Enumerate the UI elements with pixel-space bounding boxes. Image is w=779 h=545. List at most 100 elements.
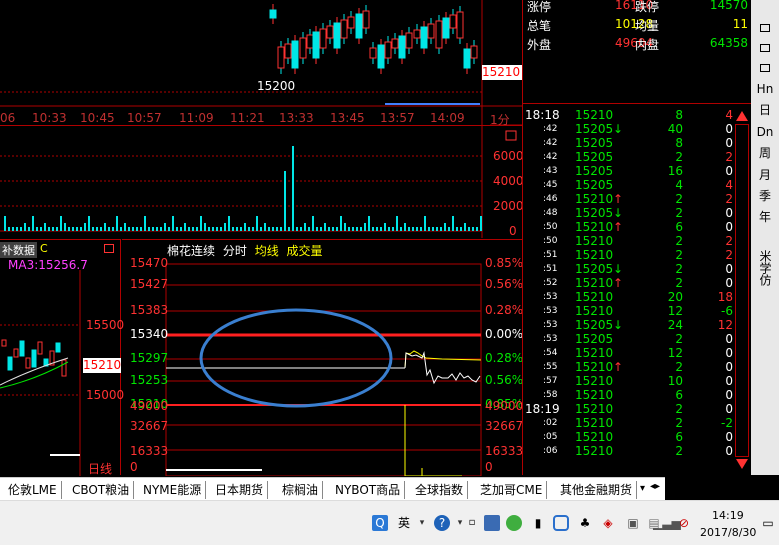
volume-bar	[152, 227, 154, 231]
search-icon[interactable]: Q	[372, 515, 388, 531]
app-icon[interactable]: ▣	[625, 515, 641, 531]
shield-icon[interactable]	[553, 515, 569, 531]
tabs-scroll-icon[interactable]: ◂▸	[650, 481, 660, 492]
market-tab[interactable]: 芝加哥CME	[476, 481, 548, 499]
notification-icon[interactable]: ▭	[760, 515, 776, 531]
tick-time: :51	[543, 250, 558, 260]
market-tab[interactable]: 日本期货	[211, 481, 269, 499]
market-tab[interactable]: CBOT粮油	[68, 481, 135, 499]
wechat-icon[interactable]	[506, 515, 522, 531]
price-level: 15470	[130, 256, 169, 270]
tick-volume: 2	[675, 360, 683, 374]
tick-change: -2	[721, 416, 733, 430]
top-chart-svg	[0, 0, 522, 126]
volume-mute-icon[interactable]: ⊘	[676, 515, 692, 531]
market-tab[interactable]: 伦敦LME	[4, 481, 62, 499]
tick-volume: 4	[675, 178, 683, 192]
volume-bar	[384, 223, 386, 231]
tick-volume: 2	[675, 444, 683, 458]
volume-bar	[340, 216, 342, 231]
volume-svg	[0, 126, 517, 238]
volume-bar	[372, 227, 374, 231]
tick-row: :54 15210 12 0	[523, 346, 751, 360]
top-candle	[312, 31, 320, 59]
low-price-label: 15200	[257, 79, 296, 93]
chevron-down-icon[interactable]: ▾	[414, 515, 430, 531]
market-tab[interactable]: NYBOT商品	[331, 481, 406, 499]
wifi-icon[interactable]: ▮	[530, 515, 546, 531]
volume-bar	[256, 216, 258, 231]
market-tab[interactable]: 其他金融期货	[556, 481, 638, 499]
nav-period[interactable]: Dn	[754, 122, 776, 142]
volume-chart[interactable]: 6000 4000 2000 0	[0, 125, 524, 238]
scroll-up-icon[interactable]	[736, 111, 748, 121]
volume-bar	[128, 227, 130, 231]
volume-bar	[300, 227, 302, 231]
quote-label: 涨停	[527, 0, 552, 14]
volume-bar	[200, 216, 202, 231]
tabs-dropdown-icon[interactable]: ▾	[640, 483, 645, 494]
nav-square-2[interactable]	[754, 38, 776, 58]
tick-row: :53 15205 ↓ 24 12	[523, 318, 751, 332]
pct-level: 0.28%	[485, 303, 524, 317]
tick-change: 0	[725, 374, 733, 388]
top-candle	[333, 22, 341, 49]
kline-panel[interactable]: 补数据 C MA3:15256.7 15500 15000 15210 日线	[0, 239, 124, 477]
volume-bar	[220, 227, 222, 231]
tick-row: :57 15210 10 0	[523, 374, 751, 388]
tick-time: :55	[543, 362, 558, 372]
nav-period[interactable]: 日	[754, 100, 776, 120]
volume-bar	[44, 223, 46, 231]
volume-bar	[344, 223, 346, 231]
qq-icon[interactable]: ♣	[577, 515, 593, 531]
window-icon[interactable]: ▫	[464, 515, 480, 531]
tick-time: :53	[543, 320, 558, 330]
market-tab[interactable]: 棕榈油	[278, 481, 324, 499]
nav-square-3[interactable]	[754, 58, 776, 78]
market-tab[interactable]: 全球指数	[411, 481, 469, 499]
volume-bar	[288, 227, 290, 231]
quote-panel: 涨停 16110 跌停 14570 总笔 10128 均量 11 外盘 49604 内盘 64358 …	[522, 0, 751, 475]
help-icon[interactable]: ?	[434, 515, 450, 531]
volume-bar	[312, 216, 314, 231]
ticks-scrollbar[interactable]	[735, 124, 749, 457]
volume-bar	[400, 227, 402, 231]
volume-bar	[208, 227, 210, 231]
nav-period[interactable]: 月	[754, 165, 776, 185]
nav-period[interactable]: 米学仿	[754, 250, 776, 286]
volume-bar	[292, 146, 294, 231]
top-chart[interactable]: 15200 15210 06 10:33 10:45 10:57 11:09 11:21 1…	[0, 0, 522, 127]
volume-bar	[332, 227, 334, 231]
nav-square-1[interactable]	[754, 18, 776, 38]
nav-period[interactable]: 周	[754, 143, 776, 163]
tick-volume: 24	[667, 318, 683, 332]
nav-period[interactable]: 年	[754, 207, 776, 227]
scroll-down-icon[interactable]	[736, 459, 748, 469]
top-candle	[456, 11, 464, 39]
ticks-list: 18:18 15210 8 4:42 15205 ↓ 40 0:42 15205 8 0:42 152…	[523, 108, 751, 468]
market-tab[interactable]: NYME能源	[139, 481, 207, 499]
intraday-panel[interactable]: 棉花连续 分时 均线 成交量 15470 15427 15383 15340 15297…	[122, 239, 524, 476]
nav-period[interactable]: Hn	[754, 79, 776, 99]
tick-volume: 6	[675, 388, 683, 402]
nav-period[interactable]: 季	[754, 186, 776, 206]
top-candle	[470, 45, 478, 59]
tick-row: :53 15210 20 18	[523, 290, 751, 304]
tab-day[interactable]: 日线	[88, 460, 112, 477]
network-icon[interactable]	[484, 515, 500, 531]
tick-time: :46	[543, 194, 558, 204]
signal-icon[interactable]: ▁▃▅	[653, 515, 681, 531]
tick-volume: 12	[667, 304, 683, 318]
volume-bar	[68, 227, 70, 231]
ime-indicator[interactable]: 英	[396, 515, 412, 531]
volume-bar	[396, 216, 398, 231]
security-icon[interactable]: ◈	[600, 515, 616, 531]
volume-bar	[428, 227, 430, 231]
volume-bar	[284, 171, 286, 231]
taskbar: Q 英 ▾ ? ▾ ▫ ▮ ♣ ◈ ▣ ▤ ▁▃▅ ⊘ 14:19 2017/8…	[0, 500, 779, 545]
tick-change: 0	[725, 444, 733, 458]
tick-volume: 2	[675, 402, 683, 416]
tick-change: 0	[725, 136, 733, 150]
quote-value: 14570	[709, 0, 748, 12]
kline-price-tag: 15210	[83, 358, 122, 373]
